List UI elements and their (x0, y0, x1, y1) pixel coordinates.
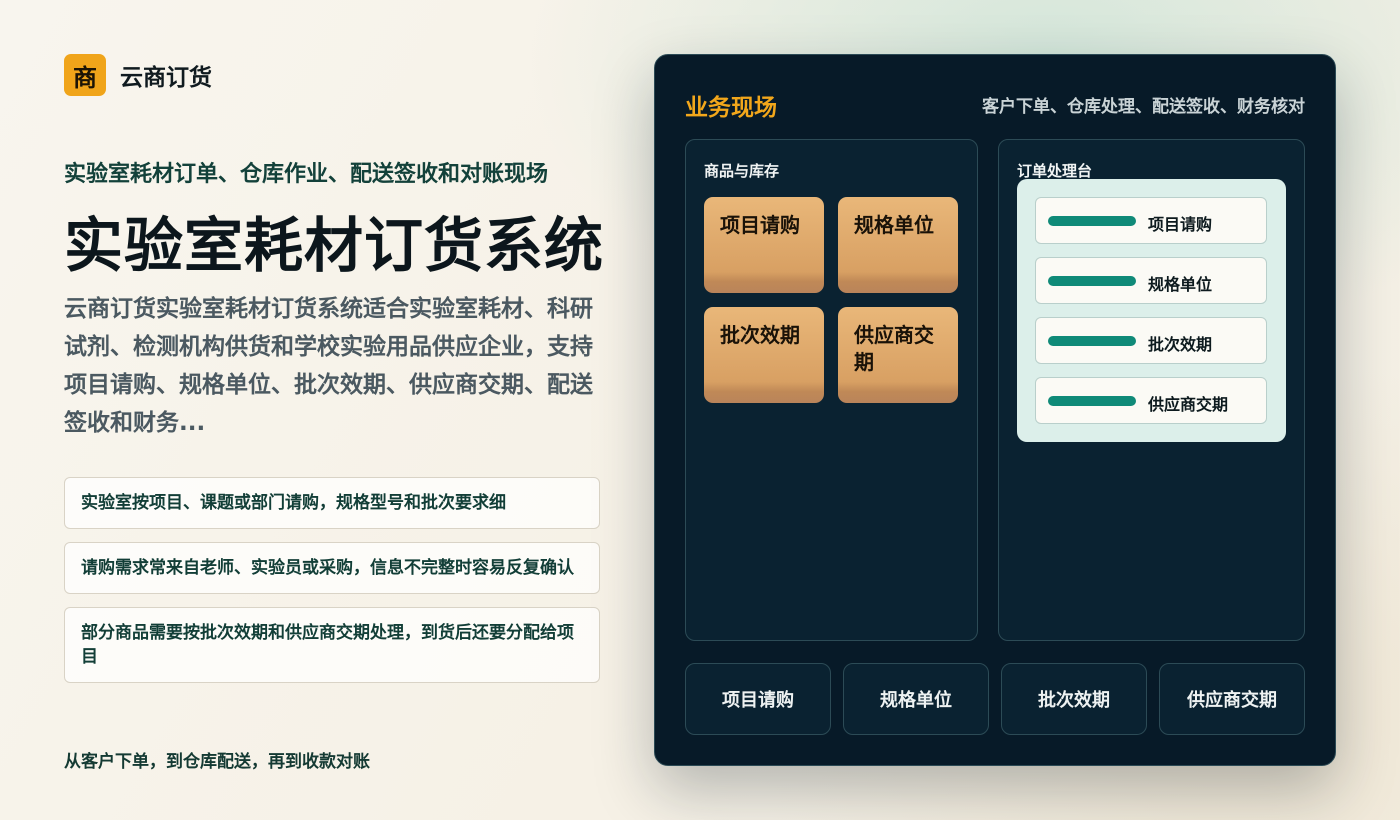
brand[interactable]: 商 云商订货 (64, 54, 212, 96)
brand-logo-icon: 商 (64, 54, 106, 96)
pain-point-list: 实验室按项目、课题或部门请购，规格型号和批次要求细 请购需求常来自老师、实验员或… (64, 477, 600, 696)
pain-point-item: 请购需求常来自老师、实验员或采购，信息不完整时容易反复确认 (64, 542, 600, 594)
footer-note: 从客户下单，到仓库配送，再到收款对账 (64, 752, 370, 772)
order-desk-card: 订单处理台 项目请购 规格单位 批次效期 供应商交期 (998, 139, 1305, 641)
stage-spec-unit[interactable]: 规格单位 (843, 663, 989, 735)
progress-bar (1048, 396, 1136, 406)
inventory-tile-spec-unit[interactable]: 规格单位 (838, 197, 958, 293)
order-queue-row[interactable]: 项目请购 (1035, 197, 1267, 244)
panel-title: 业务现场 (685, 95, 777, 121)
hero-description: 云商订货实验室耗材订货系统适合实验室耗材、科研试剂、检测机构供货和学校实验用品供… (64, 296, 593, 436)
page-title: 实验室耗材订货系统 (64, 211, 605, 280)
brand-name: 云商订货 (120, 65, 212, 91)
inventory-card-title: 商品与库存 (704, 162, 780, 180)
pain-point-item: 实验室按项目、课题或部门请购，规格型号和批次要求细 (64, 477, 600, 529)
progress-bar (1048, 276, 1136, 286)
order-queue-row-label: 批次效期 (1148, 335, 1213, 354)
hero-eyebrow: 实验室耗材订单、仓库作业、配送签收和对账现场 (64, 162, 549, 187)
order-queue-row[interactable]: 批次效期 (1035, 317, 1267, 364)
pain-point-item: 部分商品需要按批次效期和供应商交期处理，到货后还要分配给项目 (64, 607, 600, 683)
order-queue: 项目请购 规格单位 批次效期 供应商交期 (1017, 179, 1286, 442)
inventory-tile-supplier-lead-time[interactable]: 供应商交期 (838, 307, 958, 403)
stage-supplier-lead-time[interactable]: 供应商交期 (1159, 663, 1305, 735)
order-queue-row-label: 供应商交期 (1148, 395, 1229, 414)
order-queue-row[interactable]: 规格单位 (1035, 257, 1267, 304)
inventory-card: 商品与库存 项目请购 规格单位 批次效期 供应商交期 (685, 139, 978, 641)
inventory-tile-project-request[interactable]: 项目请购 (704, 197, 824, 293)
stage-project-request[interactable]: 项目请购 (685, 663, 831, 735)
panel-subtitle: 客户下单、仓库处理、配送签收、财务核对 (982, 97, 1305, 117)
business-scene-panel: 业务现场 客户下单、仓库处理、配送签收、财务核对 商品与库存 项目请购 规格单位… (654, 54, 1336, 766)
stage-batch-expiry[interactable]: 批次效期 (1001, 663, 1147, 735)
order-queue-row-label: 规格单位 (1148, 275, 1213, 294)
inventory-tile-batch-expiry[interactable]: 批次效期 (704, 307, 824, 403)
order-queue-row-label: 项目请购 (1148, 215, 1213, 234)
order-desk-card-title: 订单处理台 (1017, 162, 1093, 180)
progress-bar (1048, 216, 1136, 226)
order-queue-row[interactable]: 供应商交期 (1035, 377, 1267, 424)
progress-bar (1048, 336, 1136, 346)
